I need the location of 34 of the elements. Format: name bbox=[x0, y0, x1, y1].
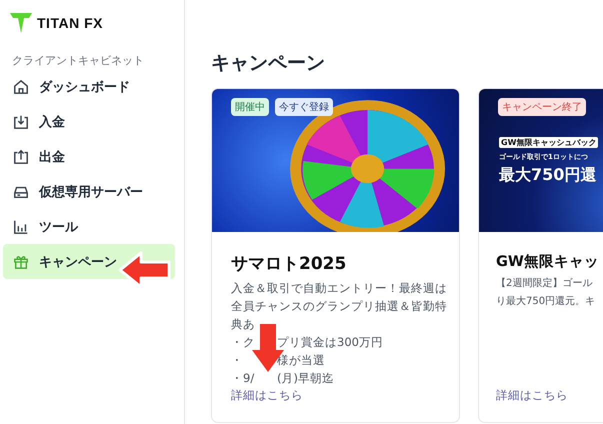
card-description: 典あ bbox=[231, 316, 256, 333]
status-badge: 今すぐ登録 bbox=[275, 98, 333, 116]
bullet-text: ・9/ bbox=[231, 370, 256, 387]
bullet-text: プリ賞金は300万円 bbox=[277, 334, 384, 351]
bullet-text: ・ク bbox=[231, 334, 256, 351]
card-title: GW無限キャッ bbox=[496, 253, 600, 271]
logo-icon bbox=[9, 12, 33, 34]
download-icon bbox=[13, 114, 29, 130]
bullet-text: ・ bbox=[231, 352, 244, 369]
banner-text: GW無限キャッシュバック bbox=[499, 137, 598, 148]
card-description: り最大750円還元。キ bbox=[496, 294, 596, 309]
bullet-text: (月)早朝迄 bbox=[277, 370, 335, 387]
status-badge: 開催中 bbox=[231, 98, 269, 116]
card-description: 入金＆取引で自動エントリー！最終週は bbox=[231, 280, 448, 297]
home-icon bbox=[13, 78, 29, 94]
bullet-text: 様が当選 bbox=[277, 352, 326, 369]
page-title: キャンペーン bbox=[211, 51, 326, 76]
card-title: サマロト2025 bbox=[231, 253, 348, 275]
sidebar-item[interactable]: ダッシュボード bbox=[3, 69, 175, 104]
details-link[interactable]: 詳細はこちら bbox=[496, 388, 568, 403]
upload-icon bbox=[13, 148, 29, 164]
gift-icon bbox=[13, 254, 29, 270]
details-link[interactable]: 詳細はこちら bbox=[231, 388, 303, 403]
sidebar-item[interactable]: 仮想専用サーバー bbox=[3, 174, 175, 209]
logo-text: TITAN FX bbox=[37, 15, 103, 31]
banner-text: 最大750円還 bbox=[499, 165, 596, 186]
section-label: クライアントキャビネット bbox=[11, 53, 145, 69]
sidebar-item[interactable]: ツール bbox=[3, 209, 175, 244]
card-description: 【2週間限定】ゴール bbox=[496, 276, 594, 291]
status-badge: キャンペーン終了 bbox=[498, 98, 586, 116]
bar-chart-icon bbox=[13, 218, 29, 234]
sidebar-item[interactable]: 出金 bbox=[3, 139, 175, 174]
sidebar-item[interactable]: 入金 bbox=[3, 104, 175, 139]
card-description: 全員チャンスのグランプリ抽選＆皆勤特 bbox=[231, 298, 448, 315]
